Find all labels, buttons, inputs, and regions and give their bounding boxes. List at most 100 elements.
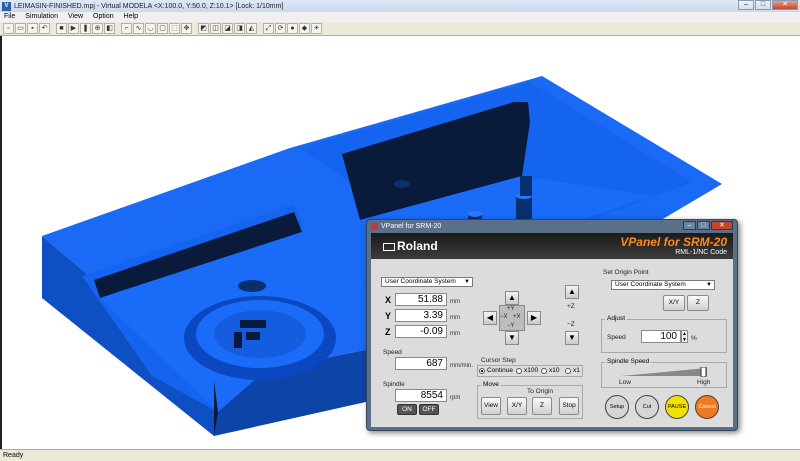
jog-z-up-button[interactable]: ▲ <box>565 285 579 299</box>
save-icon[interactable]: ▪ <box>27 23 38 34</box>
speed-label: Speed <box>383 349 402 356</box>
y-label: Y <box>385 311 392 321</box>
title-bar: V LEIMASIN-FINISHED.mpj - Virtual MODELA… <box>0 0 800 12</box>
set-origin-label: Set Origin Point <box>603 269 649 276</box>
jog-plus-z-label: +Z <box>567 303 575 310</box>
adjust-speed-spinner[interactable]: ▲ ▼ <box>681 330 688 343</box>
toolbar: ▫ ▭ ▪ ↶ ■ ▶ ❚ ⊕ ◧ ⌐ ∿ ◡ ▢ ⬚ ✥ ◩ ◫ ◪ ◨ ◭ ⤢ ⟳ ● ◆ ☀ <box>0 22 800 36</box>
menu-bar: File Simulation View Option Help <box>0 12 800 22</box>
minimize-button[interactable]: – <box>738 0 754 10</box>
mode2-icon[interactable]: ◪ <box>222 23 233 34</box>
vpanel-app-icon <box>371 222 378 230</box>
maximize-button[interactable]: □ <box>755 0 771 10</box>
open-icon[interactable]: ▭ <box>15 23 26 34</box>
status-bar: Ready <box>0 449 800 461</box>
mode4-icon[interactable]: ◭ <box>246 23 257 34</box>
vpanel-close-button[interactable]: ✕ <box>711 221 733 230</box>
menu-file[interactable]: File <box>4 12 15 22</box>
spindle-speed-slider[interactable] <box>621 367 717 377</box>
menu-simulation[interactable]: Simulation <box>25 12 58 22</box>
play-icon[interactable]: ▶ <box>68 23 79 34</box>
step-x1-radio[interactable]: x1 <box>565 367 580 374</box>
sphere-icon[interactable]: ● <box>287 23 298 34</box>
move-stop-button[interactable]: Stop <box>559 397 579 415</box>
z-value: -0.09 <box>395 325 447 338</box>
spindle-on-button[interactable]: ON <box>397 404 417 415</box>
move-xy-button[interactable]: X/Y <box>507 397 527 415</box>
jog-up-button[interactable]: ▲ <box>505 291 519 305</box>
fit-icon[interactable]: ⤢ <box>263 23 274 34</box>
origin-z-button[interactable]: Z <box>687 295 709 311</box>
vpanel-header: Roland VPanel for SRM-20 RML-1/NC Code <box>371 233 733 259</box>
cut-button[interactable]: Cut <box>635 395 659 419</box>
select-icon[interactable]: ⬚ <box>169 23 180 34</box>
pause-button[interactable]: PAUSE <box>665 395 689 419</box>
undo-icon[interactable]: ↶ <box>39 23 50 34</box>
toolbar-separator <box>51 23 55 34</box>
x-label: X <box>385 295 392 305</box>
menu-option[interactable]: Option <box>93 12 114 22</box>
color-icon[interactable]: ◆ <box>299 23 310 34</box>
spindle-off-button[interactable]: OFF <box>419 404 439 415</box>
view-icon[interactable]: ◧ <box>104 23 115 34</box>
vpanel-titlebar[interactable]: VPanel for SRM-20 <box>367 220 737 232</box>
vpanel-minimize-button[interactable]: – <box>683 221 696 230</box>
light-icon[interactable]: ☀ <box>311 23 322 34</box>
origin-xy-button[interactable]: X/Y <box>663 295 685 311</box>
jog-minus-y-label: −Y <box>507 323 515 329</box>
jog-plus-x-label: +X <box>513 314 521 320</box>
shape-icon[interactable]: ▢ <box>157 23 168 34</box>
jog-plus-y-label: +Y <box>507 306 515 312</box>
toolbar-separator <box>193 23 197 34</box>
coord-system-select[interactable]: User Coordinate System ▼ <box>381 277 473 287</box>
jog-minus-z-label: −Z <box>567 321 575 328</box>
jog-z-down-button[interactable]: ▼ <box>565 331 579 345</box>
menu-view[interactable]: View <box>68 12 83 22</box>
spindle-unit: rpm <box>450 395 461 401</box>
app-icon: V <box>2 1 11 11</box>
adjust-speed-value[interactable]: 100 <box>641 330 681 343</box>
rotate-icon[interactable]: ⟳ <box>275 23 286 34</box>
speed-unit: mm/min. <box>450 363 473 369</box>
mode-icon[interactable]: ◫ <box>210 23 221 34</box>
move-view-button[interactable]: View <box>481 397 501 415</box>
path-icon[interactable]: ∿ <box>133 23 144 34</box>
menu-help[interactable]: Help <box>124 12 138 22</box>
step-x10-radio[interactable]: x10 <box>541 367 559 374</box>
origin-coord-select[interactable]: User Coordinate System ▼ <box>611 280 715 290</box>
move-z-button[interactable]: Z <box>532 397 552 415</box>
step-x100-radio[interactable]: x100 <box>516 367 538 374</box>
cursor-step-label: Cursor Step <box>481 357 516 364</box>
product-name: VPanel for SRM-20 <box>620 235 727 249</box>
spindle-speed-ramp <box>621 368 707 376</box>
pause-icon[interactable]: ❚ <box>80 23 91 34</box>
hole-1 <box>394 180 410 188</box>
mode3-icon[interactable]: ◨ <box>234 23 245 34</box>
move-icon[interactable]: ✥ <box>181 23 192 34</box>
adjust-label: Adjust <box>605 315 628 322</box>
render-icon[interactable]: ◩ <box>198 23 209 34</box>
jog-down-button[interactable]: ▼ <box>505 331 519 345</box>
stop-icon[interactable]: ■ <box>56 23 67 34</box>
cancel-button[interactable]: Cancel <box>695 395 719 419</box>
jog-right-button[interactable]: ▶ <box>527 311 541 325</box>
jog-left-button[interactable]: ◀ <box>483 311 497 325</box>
new-icon[interactable]: ▫ <box>3 23 14 34</box>
setup-button[interactable]: Setup <box>605 395 629 419</box>
zoom-icon[interactable]: ⊕ <box>92 23 103 34</box>
x-unit: mm <box>450 299 460 305</box>
curve-icon[interactable]: ◡ <box>145 23 156 34</box>
x-value: 51.88 <box>395 293 447 306</box>
vpanel-maximize-button[interactable]: □ <box>697 221 710 230</box>
step-continue-radio[interactable]: Continue <box>479 367 513 374</box>
spindle-speed-thumb[interactable] <box>700 367 707 377</box>
vpanel-body: Roland VPanel for SRM-20 RML-1/NC Code U… <box>371 233 733 427</box>
tool-icon[interactable]: ⌐ <box>121 23 132 34</box>
close-button[interactable]: ✕ <box>772 0 798 10</box>
peg-3 <box>520 176 532 196</box>
coin-mark-3 <box>234 332 242 348</box>
toolbar-separator <box>116 23 120 34</box>
adjust-speed-percent: % <box>691 335 697 342</box>
coin-mark-2 <box>246 332 260 340</box>
z-label: Z <box>385 327 391 337</box>
